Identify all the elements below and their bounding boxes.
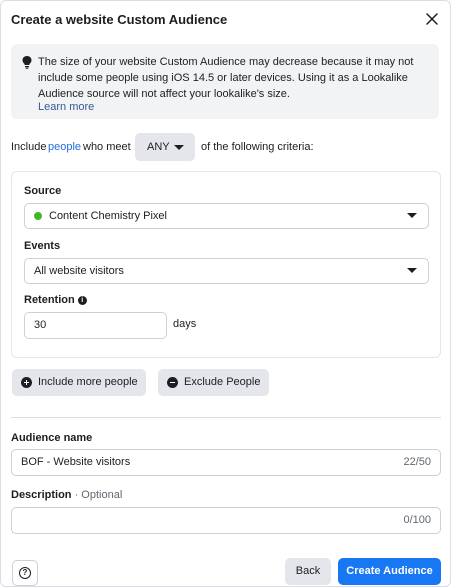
audience-name-input[interactable]: BOF - Website visitors 22/50 [11,449,441,476]
source-dropdown[interactable]: Content Chemistry Pixel [24,203,429,229]
ios-notice: The size of your website Custom Audience… [11,44,439,119]
source-value: Content Chemistry Pixel [49,210,167,222]
create-audience-button[interactable]: Create Audience [338,558,441,585]
back-button[interactable]: Back [285,558,331,585]
match-type-dropdown[interactable]: ANY [135,133,195,161]
exclude-people-button[interactable]: Exclude People [158,369,269,396]
pixel-status-dot [34,212,42,220]
retention-label: Retention i [24,294,87,306]
retention-value: 30 [34,319,47,331]
rule-panel: Source Content Chemistry Pixel Events Al… [11,171,441,358]
help-button[interactable]: ? [12,560,38,586]
events-label: Events [24,240,61,252]
description-input[interactable]: 0/100 [11,507,441,534]
dialog-title: Create a website Custom Audience [11,12,228,27]
events-value: All website visitors [34,265,124,277]
caret-down-icon [174,145,184,150]
include-more-people-button[interactable]: Include more people [12,369,146,396]
close-icon[interactable] [424,11,440,27]
source-label: Source [24,185,62,197]
criteria-middle: who meet [83,141,131,153]
retention-unit: days [173,318,197,330]
match-type-value: ANY [147,141,170,153]
description-label-text: Description [11,489,72,501]
lightbulb-icon [22,56,32,69]
learn-more-link[interactable]: Learn more [38,101,94,113]
events-dropdown[interactable]: All website visitors [24,258,429,284]
criteria-suffix: of the following criteria: [201,141,314,153]
audience-name-label: Audience name [11,432,93,444]
caret-down-icon [407,268,417,273]
description-counter: 0/100 [403,514,431,526]
retention-input[interactable]: 30 [24,312,167,339]
minus-circle-icon [167,377,178,388]
dialog-header: Create a website Custom Audience [11,12,441,30]
notice-text: The size of your website Custom Audience… [38,56,414,100]
retention-label-text: Retention [24,294,75,306]
description-label: Description · Optional [11,489,122,501]
custom-audience-dialog: Create a website Custom Audience The siz… [0,0,451,587]
audience-name-counter: 22/50 [403,456,431,468]
criteria-row: Include people who meet ANY of the follo… [11,133,441,161]
caret-down-icon [407,213,417,218]
audience-name-value: BOF - Website visitors [21,456,131,468]
optional-tag: · Optional [74,489,123,501]
include-more-label: Include more people [38,376,138,388]
info-icon[interactable]: i [77,296,87,305]
help-icon: ? [19,567,31,579]
plus-circle-icon [21,377,32,388]
exclude-label: Exclude People [184,376,261,388]
criteria-prefix: Include [11,141,47,153]
divider [11,417,441,418]
people-link[interactable]: people [48,133,81,161]
